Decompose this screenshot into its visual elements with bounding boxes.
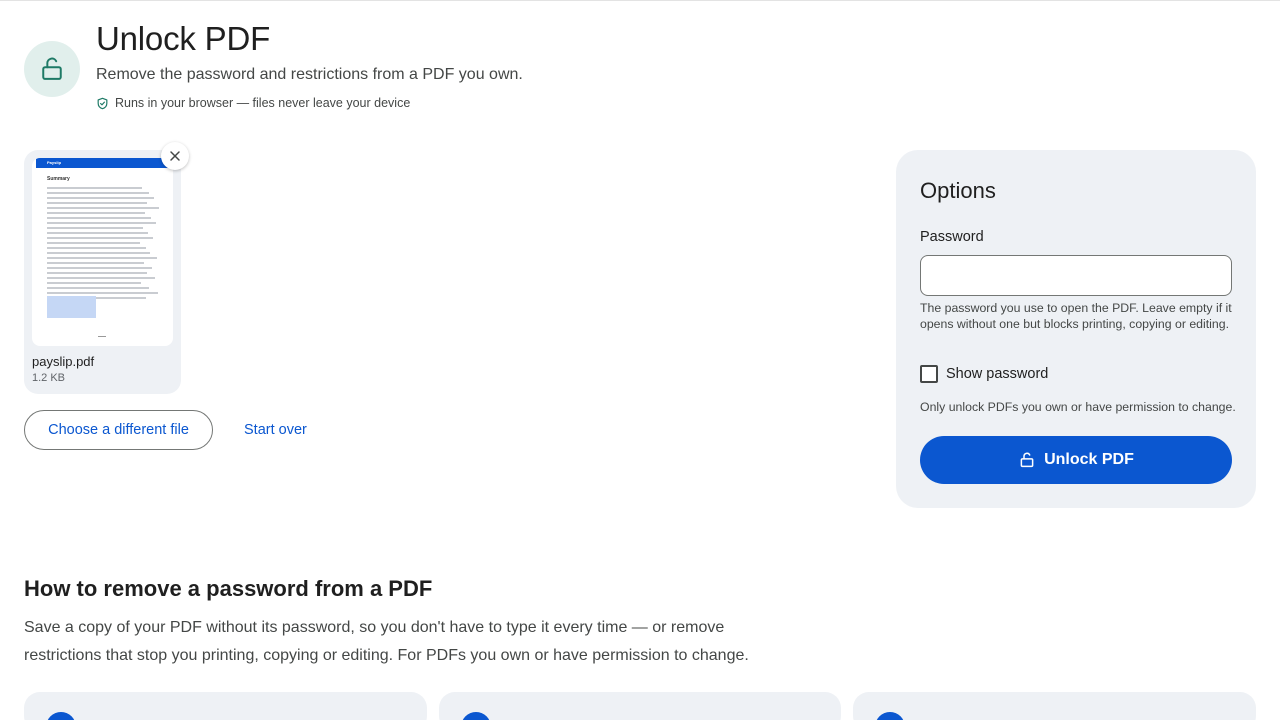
- unlock-pdf-button[interactable]: Unlock PDF: [920, 436, 1232, 484]
- thumbnail-text-line: [47, 227, 143, 229]
- thumbnail-text-line: [47, 262, 144, 264]
- step-number-badge: [875, 712, 905, 720]
- step-number-badge: [461, 712, 491, 720]
- thumbnail-text-line: [47, 277, 155, 279]
- thumbnail-text-line: [47, 247, 146, 249]
- howto-step-card: [439, 692, 841, 720]
- remove-file-button[interactable]: [161, 142, 189, 170]
- thumbnail-text-line: [47, 207, 159, 209]
- permission-note: Only unlock PDFs you own or have permiss…: [920, 400, 1236, 414]
- password-help-text: The password you use to open the PDF. Le…: [920, 301, 1232, 331]
- privacy-note-text: Runs in your browser — files never leave…: [115, 96, 411, 110]
- options-title: Options: [920, 178, 996, 203]
- options-panel: Options Password The password you use to…: [896, 150, 1256, 508]
- thumbnail-text-line: [47, 252, 150, 254]
- thumbnail-text-line: [47, 242, 140, 244]
- show-password-checkbox[interactable]: [920, 365, 938, 383]
- page-subtitle: Remove the password and restrictions fro…: [96, 66, 523, 83]
- howto-step-card: [24, 692, 427, 720]
- choose-different-file-button[interactable]: Choose a different file: [24, 410, 213, 450]
- thumbnail-text-line: [47, 222, 156, 224]
- howto-title: How to remove a password from a PDF: [24, 576, 433, 601]
- howto-step-card: [853, 692, 1256, 720]
- unlock-pdf-button-label: Unlock PDF: [1044, 451, 1134, 468]
- thumbnail-text-line: [47, 202, 147, 204]
- password-label: Password: [920, 229, 984, 245]
- file-thumbnail: Payslip Summary: [32, 158, 173, 346]
- thumbnail-text-line: [47, 237, 153, 239]
- privacy-note: Runs in your browser — files never leave…: [96, 96, 410, 110]
- page-title: Unlock PDF: [96, 20, 271, 57]
- shield-check-icon: [97, 97, 108, 109]
- start-over-button[interactable]: Start over: [232, 410, 319, 450]
- thumbnail-text-line: [47, 197, 154, 199]
- thumbnail-text-line: [47, 267, 152, 269]
- thumbnail-text-line: [47, 257, 157, 259]
- thumbnail-text-line: [47, 282, 141, 284]
- lock-open-icon: [1020, 452, 1034, 468]
- close-icon: [170, 151, 180, 161]
- show-password-label: Show password: [946, 366, 1049, 382]
- thumbnail-footer: [98, 336, 106, 337]
- top-divider: [0, 0, 1280, 1]
- password-input[interactable]: [920, 255, 1232, 296]
- thumbnail-text-line: [47, 292, 158, 294]
- thumbnail-text-line: [47, 212, 145, 214]
- thumbnail-text-line: [47, 232, 148, 234]
- thumbnail-text-line: [47, 287, 149, 289]
- thumbnail-highlight-block: [47, 296, 96, 318]
- thumbnail-heading: Summary: [47, 176, 70, 182]
- thumbnail-text-line: [47, 272, 147, 274]
- step-number-badge: [46, 712, 76, 720]
- thumbnail-text-line: [47, 187, 142, 189]
- howto-body: Save a copy of your PDF without its pass…: [24, 619, 749, 664]
- thumbnail-brand: Payslip: [47, 160, 62, 165]
- thumbnail-text-line: [47, 192, 149, 194]
- file-size: 1.2 KB: [32, 372, 66, 384]
- thumbnail-text-line: [47, 217, 151, 219]
- lock-open-icon: [24, 41, 80, 97]
- show-password-toggle[interactable]: Show password: [920, 365, 1048, 383]
- file-name: payslip.pdf: [32, 354, 95, 369]
